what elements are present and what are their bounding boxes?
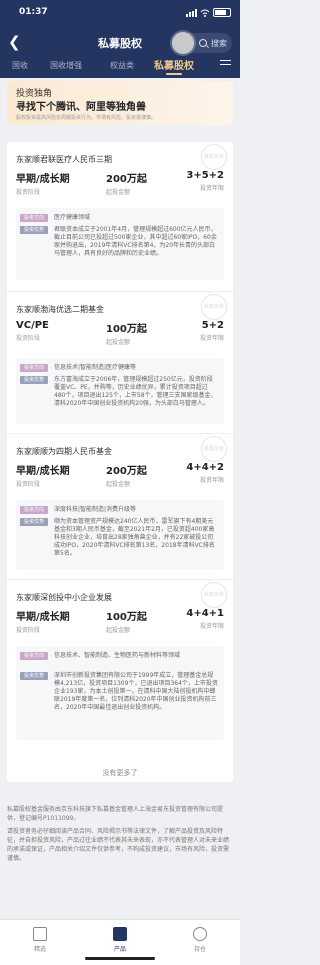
search-label: 搜索: [211, 38, 227, 48]
metric-label: 投资年限: [199, 335, 224, 342]
disclaimer: 私募股权基金服务由京东科技旗下私募基金管理人上海金易东投资管理有限公司提供，登记…: [7, 805, 233, 867]
metric-label: 投资年限: [199, 623, 224, 630]
product-info: 投资方向 医疗健康领域 投资优势 君联资本成立于2001年4月，管理规模超过60…: [16, 208, 224, 280]
tab-private-equity[interactable]: 私募股权: [154, 57, 194, 75]
tab-equity[interactable]: 权益类: [110, 60, 134, 71]
tab-guoshou-plus[interactable]: 国收增强: [50, 60, 82, 71]
bottom-tab-label: 精选: [33, 946, 46, 953]
metric-value: 200万起: [106, 466, 147, 477]
tab-guoshou[interactable]: 国收: [12, 60, 28, 71]
product-card[interactable]: 东家顺深创投中小企业发展 募集结束 早期/成长期投资阶段 100万起起投金额 4…: [7, 580, 233, 750]
product-metrics: 早期/成长期投资阶段 200万起起投金额 4+4+2 投资年限: [16, 462, 224, 490]
disclaimer-text: 私募股权基金服务由京东科技旗下私募基金管理人上海金易东投资管理有限公司提供，登记…: [7, 806, 224, 822]
metric-value: 100万起: [106, 324, 147, 335]
metric-label: 起投金额: [106, 189, 131, 196]
product-metrics: VC/PE 投资阶段 100万起起投金额 5+2 投资年限: [16, 320, 224, 348]
category-tabs: 国收 国收增强 权益类 私募股权: [0, 56, 240, 76]
metric-label: 投资阶段: [16, 335, 41, 342]
bottom-tab-holdings[interactable]: 持仓: [180, 927, 220, 953]
bottom-tab-label: 产品: [113, 946, 126, 953]
metric-label: 投资阶段: [16, 627, 41, 634]
product-info: 投资方向 信息技术、智能制造、生物医药与新材料等领域 投资优势 深圳市创新投资集…: [16, 646, 224, 740]
advantage-tag: 投资优势: [20, 376, 48, 384]
bottom-tab-featured[interactable]: 精选: [20, 927, 60, 953]
product-metrics: 早期/成长期投资阶段 100万起起投金额 4+4+1 投资年限: [16, 608, 224, 636]
direction-tag: 投资方向: [20, 652, 48, 660]
metric-value: 早期/成长期: [16, 612, 70, 623]
metric-label: 投资阶段: [16, 189, 41, 196]
status-stamp: 募集结束: [201, 144, 227, 170]
search-icon: [199, 39, 207, 47]
metric-label: 起投金额: [106, 481, 131, 488]
metric-label: 起投金额: [106, 627, 131, 634]
disclaimer-text: 请投资者务必仔细阅读产品合同、风险揭示书等法律文件，了解产品投资及风险特征，并自…: [7, 828, 230, 862]
chart-icon: [33, 927, 47, 941]
metric-value: 4+4+1: [186, 608, 224, 619]
product-name: 东家顺君联医疗人民币三期: [16, 155, 112, 164]
search-button[interactable]: 搜索: [172, 32, 232, 54]
product-name: 东家顺深创投中小企业发展: [16, 593, 112, 602]
product-card[interactable]: 东家顺君联医疗人民币三期 募集结束 早期/成长期投资阶段 200万起起投金额 3…: [7, 142, 233, 292]
metric-label: 投资阶段: [16, 481, 41, 488]
tab-switch-icon[interactable]: [220, 60, 231, 69]
product-info: 投资方向 深度科技|智能制造|消费升级等 投资优势 顺为资本管理资产规模达240…: [16, 500, 224, 570]
grid-icon: [113, 927, 127, 941]
metric-value: 早期/成长期: [16, 174, 70, 185]
advantage-text: 东方富海成立于2006年，管理规模超过250亿元，投资阶段覆盖VC、PE，并购等…: [54, 376, 217, 407]
metric-value: 早期/成长期: [16, 466, 70, 477]
product-card[interactable]: 东家顺顺为四期人民币基金 募集结束 早期/成长期投资阶段 200万起起投金额 4…: [7, 434, 233, 580]
end-of-list: 没有更多了: [102, 769, 138, 777]
product-info: 投资方向 信息技术|智能制造|医疗健康等 投资优势 东方富海成立于2006年，管…: [16, 358, 224, 424]
bottom-tab-products[interactable]: 产品: [100, 927, 140, 953]
home-indicator: [85, 957, 155, 960]
bottom-tab-label: 持仓: [193, 946, 206, 953]
advantage-text: 君联资本成立于2001年4月，管理规模超过600亿元人民币，截止目前公司已投超过…: [54, 226, 217, 257]
direction-text: 深度科技|智能制造|消费升级等: [54, 506, 137, 513]
advantage-tag: 投资优势: [20, 672, 48, 680]
direction-tag: 投资方向: [20, 364, 48, 372]
bottom-nav: 精选 产品 持仓: [0, 919, 240, 965]
product-metrics: 早期/成长期投资阶段 200万起起投金额 3+5+2 投资年限: [16, 170, 224, 198]
banner-note: 股权投资是高风险长周期投资行为，市场有风险，投资需谨慎。: [16, 115, 157, 121]
advantage-tag: 投资优势: [20, 226, 48, 234]
status-stamp: 募集结束: [201, 294, 227, 320]
product-card[interactable]: 东家顺渤海优选二期基金 募集结束 VC/PE 投资阶段 100万起起投金额 5+2…: [7, 292, 233, 434]
direction-tag: 投资方向: [20, 214, 48, 222]
metric-label: 投资年限: [199, 185, 224, 192]
status-stamp: 募集结束: [201, 436, 227, 462]
metric-value: 4+4+2: [186, 462, 224, 473]
battery-icon: [213, 8, 231, 17]
nav-bar: ❮ 私募股权 搜索: [0, 31, 240, 55]
metric-value: VC/PE: [16, 320, 49, 331]
signal-icon: [186, 8, 197, 17]
metric-label: 起投金额: [106, 339, 131, 346]
metric-value: 100万起: [106, 612, 147, 623]
direction-tag: 投资方向: [20, 506, 48, 514]
status-bar: 01:37: [0, 7, 240, 21]
status-stamp: 募集结束: [201, 582, 227, 608]
wallet-icon: [193, 927, 207, 941]
advantage-tag: 投资优势: [20, 518, 48, 526]
product-list: 东家顺君联医疗人民币三期 募集结束 早期/成长期 投资阶段 200万起 起投金额 3…: [7, 142, 233, 782]
wifi-icon: [200, 9, 210, 17]
direction-text: 医疗健康领域: [54, 214, 91, 221]
floating-ball-icon[interactable]: [172, 32, 194, 54]
direction-text: 信息技术|智能制造|医疗健康等: [54, 364, 137, 371]
advantage-text: 顺为资本管理资产规模达240亿人民币，雷军旗下有4期美元基金和3期人民币基金，截…: [54, 518, 215, 557]
banner-subtitle: 寻找下个腾讯、阿里等独角兽: [16, 102, 146, 113]
metric-label: 投资年限: [199, 477, 224, 484]
product-name: 东家顺渤海优选二期基金: [16, 305, 104, 314]
metric-value: 200万起: [106, 174, 147, 185]
app-header: 01:37 ❮ 私募股权 搜索 国收 国收增强 权益类 私募股权: [0, 0, 240, 78]
status-time: 01:37: [19, 7, 48, 17]
advantage-text: 深圳市创新投资集团有限公司于1999年成立，管理基金总规模4,213亿，投资项目…: [54, 672, 218, 711]
promo-banner[interactable]: 投资独角 寻找下个腾讯、阿里等独角兽 股权投资是高风险长周期投资行为，市场有风险…: [7, 81, 233, 125]
metric-value: 5+2: [201, 320, 224, 331]
metric-value: 3+5+2: [186, 170, 224, 181]
direction-text: 信息技术、智能制造、生物医药与新材料等领域: [54, 652, 181, 659]
product-name: 东家顺顺为四期人民币基金: [16, 447, 112, 456]
